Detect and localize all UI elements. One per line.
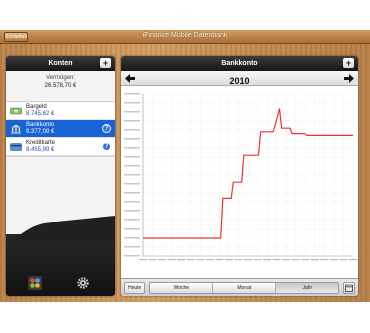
today-button[interactable]: Heute: [124, 281, 146, 294]
x-tick-label: [158, 259, 167, 261]
y-tick-label: [124, 156, 140, 158]
x-tick-label: [263, 259, 272, 261]
net-worth-label: Vermögen:: [45, 75, 76, 81]
year-selector: 2010: [121, 71, 358, 86]
cash-icon: [10, 107, 22, 115]
bank-icon: [11, 124, 21, 134]
account-row-kreditkarte[interactable]: Kreditkarte 8.455,99 € ?: [6, 138, 115, 156]
arrow-right-icon[interactable]: [344, 74, 354, 83]
y-tick-label: [124, 165, 140, 167]
segment-week[interactable]: Woche: [150, 282, 214, 293]
chart-grid: [142, 93, 354, 257]
y-tick-label: [124, 147, 140, 149]
net-worth: Vermögen: 26.578,70 €: [6, 71, 115, 101]
y-tick-label: [124, 201, 140, 203]
accounts-header: Konten +: [6, 56, 115, 71]
period-segmented-control: Woche Monat Jahr: [149, 281, 340, 294]
add-transaction-button[interactable]: +: [343, 58, 354, 68]
accounts-title: Konten: [48, 60, 73, 67]
x-tick-label: [167, 259, 176, 261]
gear-icon[interactable]: [76, 276, 90, 290]
account-info-button[interactable]: ?: [102, 142, 111, 151]
x-tick-label: [310, 259, 319, 261]
categories-icon[interactable]: [28, 276, 42, 290]
y-tick-label: [124, 102, 140, 104]
x-tick-label: [272, 259, 281, 261]
chart-panel: Bankkonto + 2010 Heute Woche Monat Jahr: [121, 56, 358, 296]
x-tick-label: [320, 259, 329, 261]
x-tick-label: [215, 259, 224, 261]
x-tick-label: [291, 259, 300, 261]
x-tick-label: [177, 259, 186, 261]
x-tick-label: [234, 259, 243, 261]
accounts-panel: Konten + Vermögen: 26.578,70 € Bargeld 8…: [6, 56, 115, 296]
y-tick-label: [124, 255, 140, 257]
calendar-icon: [345, 284, 354, 292]
app-title: iFinance Mobile Datenbank: [142, 32, 228, 39]
x-tick-label: [224, 259, 233, 261]
chart-ticks: [124, 93, 357, 261]
segment-month[interactable]: Monat: [213, 282, 277, 293]
account-row-bargeld[interactable]: Bargeld 8.745,62 €: [6, 102, 115, 120]
y-tick-label: [124, 237, 140, 239]
x-tick-label: [148, 259, 157, 261]
add-account-button[interactable]: +: [100, 58, 111, 68]
x-tick-label: [339, 259, 348, 261]
top-bar: Schließen iFinance Mobile Datenbank: [0, 30, 370, 44]
credit-card-icon: [10, 143, 22, 151]
x-tick-label: [244, 259, 252, 261]
y-tick-label: [124, 93, 140, 95]
account-name: Bargeld: [26, 104, 47, 110]
balance-chart: [124, 93, 357, 261]
y-tick-label: [124, 138, 140, 140]
account-amount: 8.745,62 €: [26, 111, 55, 117]
x-tick-label: [205, 259, 214, 261]
panel-curve: [6, 216, 115, 240]
account-list: Bargeld 8.745,62 € Bankkonto 9.377,09 € …: [6, 101, 115, 157]
y-tick-label: [124, 129, 140, 131]
calendar-button[interactable]: [343, 281, 355, 294]
y-tick-label: [124, 228, 140, 230]
bottom-area: [0, 302, 370, 333]
arrow-left-icon[interactable]: [125, 74, 135, 83]
y-tick-label: [124, 183, 140, 185]
x-tick-label: [139, 259, 147, 261]
y-tick-label: [124, 120, 140, 122]
toolbar: [6, 234, 115, 296]
segment-year[interactable]: Jahr: [276, 282, 339, 293]
y-tick-label: [124, 111, 140, 113]
y-tick-label: [124, 210, 140, 212]
chart-title: Bankkonto: [221, 60, 258, 67]
x-tick-label: [349, 259, 357, 261]
period-toolbar: Heute Woche Monat Jahr: [121, 278, 358, 296]
year-label: 2010: [229, 76, 250, 86]
x-tick-label: [301, 259, 310, 261]
y-tick-label: [124, 246, 140, 248]
account-row-bankkonto[interactable]: Bankkonto 9.377,09 € ?: [6, 120, 115, 138]
y-tick-label: [124, 174, 140, 176]
x-tick-label: [196, 259, 205, 261]
net-worth-value: 26.578,70 €: [44, 83, 77, 89]
x-tick-label: [282, 259, 291, 261]
chart-header: Bankkonto +: [121, 56, 358, 71]
y-tick-label: [124, 192, 140, 194]
y-tick-label: [124, 219, 140, 221]
x-tick-label: [186, 259, 195, 261]
account-info-button[interactable]: ?: [102, 124, 111, 133]
x-tick-label: [329, 259, 338, 261]
x-tick-label: [253, 259, 262, 261]
